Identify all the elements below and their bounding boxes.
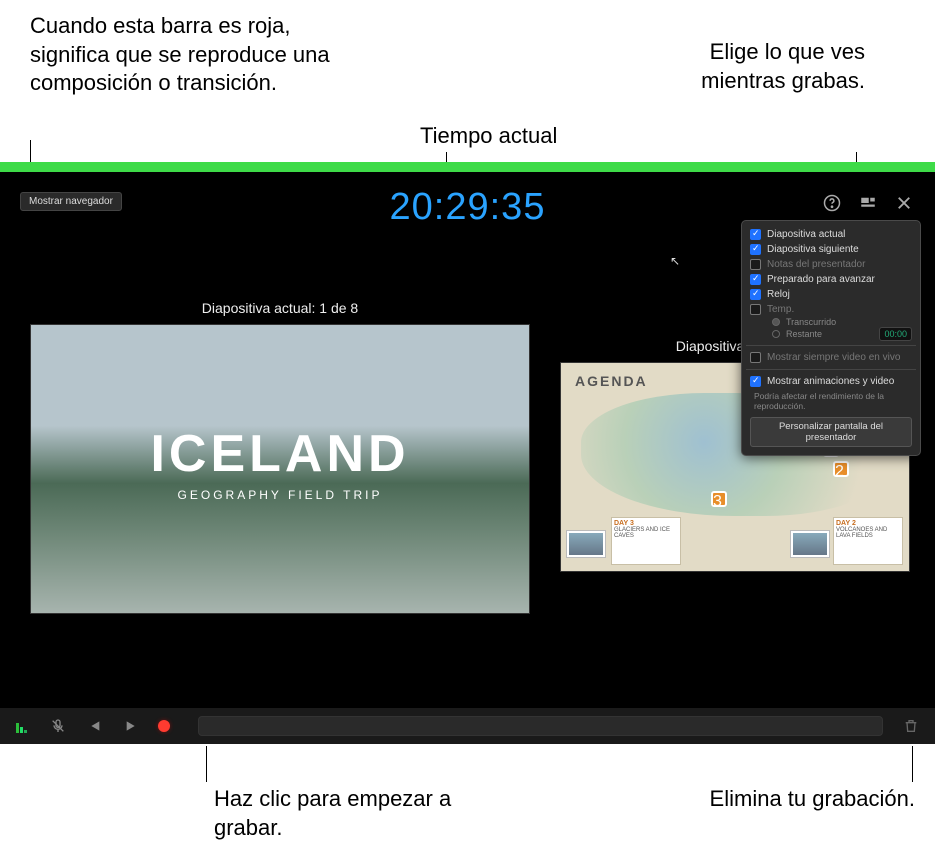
audio-levels-icon <box>16 719 30 733</box>
callout-line <box>912 746 913 782</box>
timer-value: 00:00 <box>879 327 912 341</box>
photo-thumb <box>791 531 829 557</box>
option-label: Diapositiva actual <box>767 229 845 240</box>
option-label: Temp. <box>767 304 794 315</box>
option-label: Transcurrido <box>786 317 836 327</box>
previous-icon[interactable] <box>86 718 102 734</box>
current-slide-preview: ICELAND GEOGRAPHY FIELD TRIP <box>30 324 530 614</box>
option-next-slide[interactable]: Diapositiva siguiente <box>750 242 912 257</box>
photo-thumb <box>567 531 605 557</box>
display-options-popover: Diapositiva actual Diapositiva siguiente… <box>741 220 921 456</box>
checkbox[interactable] <box>750 376 761 387</box>
option-note: Podría afectar el rendimiento de la repr… <box>750 391 912 411</box>
checkbox[interactable] <box>750 229 761 240</box>
callout-record: Haz clic para empezar a grabar. <box>214 785 464 842</box>
record-button[interactable] <box>158 720 170 732</box>
next-slide-heading: AGENDA <box>575 373 648 389</box>
callout-delete: Elimina tu grabación. <box>710 785 915 814</box>
checkbox[interactable] <box>750 304 761 315</box>
option-clock[interactable]: Reloj <box>750 287 912 302</box>
option-timer-remaining[interactable]: Restante 00:00 <box>750 327 912 341</box>
presenter-display: Mostrar navegador 20:29:35 ↖ Diapositiva… <box>0 172 935 744</box>
option-presenter-notes[interactable]: Notas del presentador <box>750 257 912 272</box>
callout-view-options: Elige lo que ves mientras grabas. <box>675 38 865 95</box>
trash-icon[interactable] <box>903 718 919 734</box>
option-timer-elapsed[interactable]: Transcurrido <box>750 317 912 327</box>
agenda-card: DAY 3 GLACIERS AND ICE CAVES <box>611 517 681 565</box>
cursor-icon: ↖ <box>670 254 680 268</box>
callout-line <box>30 140 31 162</box>
option-label: Reloj <box>767 289 790 300</box>
callout-time: Tiempo actual <box>420 122 557 151</box>
agenda-card: DAY 2 VOLCANOES AND LAVA FIELDS <box>833 517 903 565</box>
map-pin: 2 <box>833 461 849 477</box>
option-label: Notas del presentador <box>767 259 865 270</box>
checkbox[interactable] <box>750 289 761 300</box>
checkbox[interactable] <box>750 274 761 285</box>
close-icon[interactable] <box>895 194 913 212</box>
callout-bar-red: Cuando esta barra es roja, significa que… <box>30 12 360 98</box>
option-always-live-video[interactable]: Mostrar siempre video en vivo <box>750 350 912 365</box>
map-pin: 3 <box>711 491 727 507</box>
help-icon[interactable] <box>823 194 841 212</box>
option-label: Restante <box>786 329 822 339</box>
option-label: Preparado para avanzar <box>767 274 875 285</box>
status-bar <box>0 162 935 172</box>
customize-presenter-display-button[interactable]: Personalizar pantalla del presentador <box>750 417 912 447</box>
option-label: Mostrar animaciones y video <box>767 376 894 387</box>
option-current-slide[interactable]: Diapositiva actual <box>750 227 912 242</box>
recording-timeline[interactable] <box>198 716 883 736</box>
slide-subtitle: GEOGRAPHY FIELD TRIP <box>150 488 409 502</box>
recording-toolbar <box>0 708 935 744</box>
option-timer[interactable]: Temp. <box>750 302 912 317</box>
option-label: Mostrar siempre video en vivo <box>767 352 900 363</box>
play-icon[interactable] <box>122 718 138 734</box>
option-ready-to-advance[interactable]: Preparado para avanzar <box>750 272 912 287</box>
option-show-animations[interactable]: Mostrar animaciones y video <box>750 374 912 389</box>
microphone-icon[interactable] <box>50 718 66 734</box>
layout-options-icon[interactable] <box>859 194 877 212</box>
callout-line <box>206 746 207 782</box>
slide-title: ICELAND <box>150 424 409 484</box>
checkbox[interactable] <box>750 244 761 255</box>
checkbox[interactable] <box>750 259 761 270</box>
checkbox[interactable] <box>750 352 761 363</box>
current-slide-label: Diapositiva actual: 1 de 8 <box>30 300 530 316</box>
option-label: Diapositiva siguiente <box>767 244 859 255</box>
